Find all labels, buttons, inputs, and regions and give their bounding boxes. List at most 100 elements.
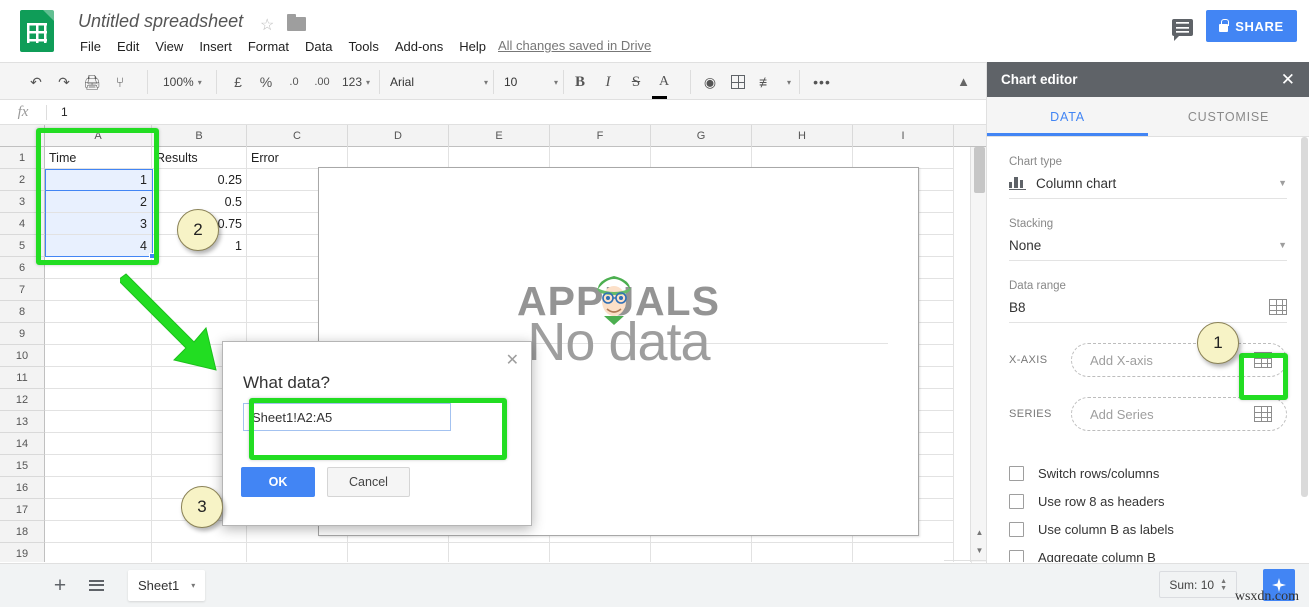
cell-A9[interactable] bbox=[45, 323, 152, 345]
share-button[interactable]: SHARE bbox=[1206, 10, 1297, 42]
row-header-18[interactable]: 18 bbox=[0, 521, 45, 543]
sum-spinner-icon[interactable]: ▲ ▼ bbox=[1220, 578, 1227, 592]
cell-A7[interactable] bbox=[45, 279, 152, 301]
row-header-7[interactable]: 7 bbox=[0, 279, 45, 301]
column-header-h[interactable]: H bbox=[752, 125, 853, 147]
cell-A16[interactable] bbox=[45, 477, 152, 499]
series-range-picker-icon[interactable] bbox=[1254, 406, 1272, 422]
merge-cells-icon[interactable]: ≢ bbox=[752, 69, 780, 95]
checkbox-use-column-as-labels[interactable]: Use column B as labels bbox=[1009, 515, 1287, 543]
row-header-12[interactable]: 12 bbox=[0, 389, 45, 411]
row-header-2[interactable]: 2 bbox=[0, 169, 45, 191]
cell-E1[interactable] bbox=[449, 147, 550, 169]
cancel-button[interactable]: Cancel bbox=[327, 467, 410, 497]
paint-format-icon[interactable]: ⑂ bbox=[106, 69, 134, 95]
sum-status-badge[interactable]: Sum: 10 ▲ ▼ bbox=[1159, 571, 1237, 598]
data-range-picker-icon[interactable] bbox=[1269, 299, 1287, 315]
row-header-14[interactable]: 14 bbox=[0, 433, 45, 455]
percent-format-button[interactable]: % bbox=[252, 69, 280, 95]
cell-B8[interactable] bbox=[152, 301, 247, 323]
row-header-16[interactable]: 16 bbox=[0, 477, 45, 499]
cell-A12[interactable] bbox=[45, 389, 152, 411]
menu-item-file[interactable]: File bbox=[72, 38, 109, 56]
column-header-b[interactable]: B bbox=[152, 125, 247, 147]
cell-B19[interactable] bbox=[152, 543, 247, 562]
column-header-a[interactable]: A bbox=[45, 125, 152, 147]
menu-item-edit[interactable]: Edit bbox=[109, 38, 147, 56]
tab-customise[interactable]: CUSTOMISE bbox=[1148, 97, 1309, 136]
cell-A18[interactable] bbox=[45, 521, 152, 543]
cell-A4[interactable]: 3 bbox=[45, 213, 152, 235]
bold-button[interactable]: B bbox=[566, 69, 594, 95]
row-header-19[interactable]: 19 bbox=[0, 543, 45, 562]
more-formats-button[interactable]: 123 ▾ bbox=[336, 69, 376, 95]
zoom-selector[interactable]: 100% ▾ bbox=[157, 69, 208, 95]
column-header-i[interactable]: I bbox=[853, 125, 954, 147]
fill-color-icon[interactable]: ◉ bbox=[696, 69, 724, 95]
chevron-down-icon[interactable]: ▾ bbox=[780, 69, 794, 95]
cell-B1[interactable]: Results bbox=[152, 147, 247, 169]
cell-A8[interactable] bbox=[45, 301, 152, 323]
menu-item-insert[interactable]: Insert bbox=[191, 38, 240, 56]
row-header-15[interactable]: 15 bbox=[0, 455, 45, 477]
row-header-3[interactable]: 3 bbox=[0, 191, 45, 213]
cell-A15[interactable] bbox=[45, 455, 152, 477]
row-header-11[interactable]: 11 bbox=[0, 367, 45, 389]
decrease-decimal-button[interactable]: .0 bbox=[280, 69, 308, 95]
print-icon[interactable]: 🖨 bbox=[78, 69, 106, 95]
strikethrough-button[interactable]: S bbox=[622, 69, 650, 95]
data-range-input[interactable] bbox=[243, 403, 451, 431]
text-color-button[interactable]: A bbox=[650, 69, 678, 99]
all-sheets-button[interactable] bbox=[82, 572, 110, 600]
cell-F19[interactable] bbox=[550, 543, 651, 562]
font-size-selector[interactable]: 10 ▾ bbox=[500, 70, 562, 94]
cell-B6[interactable] bbox=[152, 257, 247, 279]
x-axis-range-picker-icon[interactable] bbox=[1254, 352, 1272, 368]
chart-editor-scrollbar[interactable] bbox=[1300, 137, 1309, 562]
row-header-6[interactable]: 6 bbox=[0, 257, 45, 279]
checkbox-icon[interactable] bbox=[1009, 493, 1024, 509]
cell-A1[interactable]: Time bbox=[45, 147, 152, 169]
row-header-13[interactable]: 13 bbox=[0, 411, 45, 433]
cell-H1[interactable] bbox=[752, 147, 853, 169]
ok-button[interactable]: OK bbox=[241, 467, 315, 497]
column-header-c[interactable]: C bbox=[247, 125, 348, 147]
folder-icon[interactable] bbox=[287, 14, 306, 31]
cell-B7[interactable] bbox=[152, 279, 247, 301]
increase-decimal-button[interactable]: .00 bbox=[308, 69, 336, 95]
row-header-10[interactable]: 10 bbox=[0, 345, 45, 367]
document-title[interactable]: Untitled spreadsheet bbox=[78, 11, 243, 32]
row-header-1[interactable]: 1 bbox=[0, 147, 45, 169]
column-header-e[interactable]: E bbox=[449, 125, 550, 147]
column-header-g[interactable]: G bbox=[651, 125, 752, 147]
cell-A17[interactable] bbox=[45, 499, 152, 521]
cell-I1[interactable] bbox=[853, 147, 954, 169]
more-toolbar-options-button[interactable]: ••• bbox=[808, 69, 836, 95]
formula-input[interactable]: 1 bbox=[61, 105, 68, 119]
italic-button[interactable]: I bbox=[594, 69, 622, 95]
stacking-selector[interactable]: None ▼ bbox=[1009, 230, 1287, 261]
cell-A19[interactable] bbox=[45, 543, 152, 562]
cell-F1[interactable] bbox=[550, 147, 651, 169]
scroll-up-icon[interactable]: ▲ bbox=[974, 527, 985, 538]
close-icon[interactable]: ✕ bbox=[1281, 71, 1295, 88]
redo-icon[interactable]: ↷ bbox=[50, 69, 78, 95]
star-icon[interactable]: ☆ bbox=[260, 15, 274, 35]
row-header-5[interactable]: 5 bbox=[0, 235, 45, 257]
scrollbar-thumb[interactable] bbox=[974, 147, 985, 193]
select-all-corner[interactable] bbox=[0, 125, 45, 147]
menu-item-data[interactable]: Data bbox=[297, 38, 340, 56]
row-header-17[interactable]: 17 bbox=[0, 499, 45, 521]
cell-A6[interactable] bbox=[45, 257, 152, 279]
checkbox-aggregate-column[interactable]: Aggregate column B bbox=[1009, 543, 1287, 562]
scrollbar-thumb[interactable] bbox=[1301, 137, 1308, 497]
column-header-d[interactable]: D bbox=[348, 125, 449, 147]
add-x-axis-chip[interactable]: Add X-axis bbox=[1071, 343, 1287, 377]
chevron-down-icon[interactable]: ▾ bbox=[191, 581, 195, 590]
undo-icon[interactable]: ↶ bbox=[22, 69, 50, 95]
cell-E19[interactable] bbox=[449, 543, 550, 562]
cell-B2[interactable]: 0.25 bbox=[152, 169, 247, 191]
data-range-field[interactable]: B8 bbox=[1009, 292, 1287, 323]
vertical-scrollbar[interactable]: ▲ ▼ bbox=[970, 147, 986, 562]
row-header-8[interactable]: 8 bbox=[0, 301, 45, 323]
